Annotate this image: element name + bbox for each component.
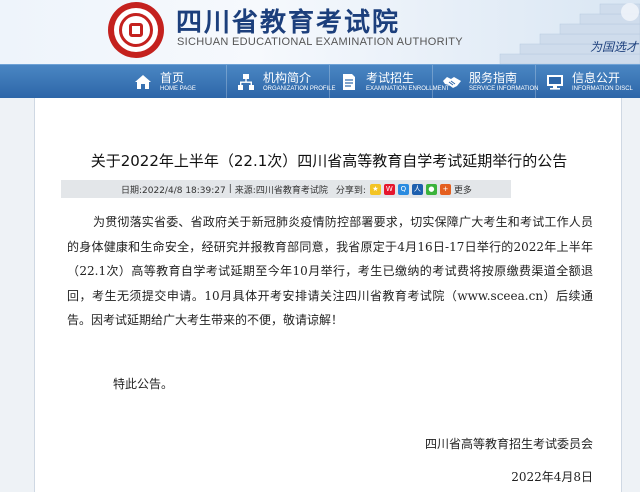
share-label: 分享到:: [335, 185, 366, 196]
nav-service-label-en: SERVICE INFORMATION: [469, 86, 539, 92]
article-source: 来源:四川省教育考试院: [234, 185, 328, 196]
nav-exam-enrollment[interactable]: 考试招生 EXAMINATION ENROLLMENT: [330, 65, 450, 99]
weibo-icon[interactable]: W: [383, 183, 395, 195]
nav-organization-label-en: ORGANIZATION PROFILE: [263, 86, 336, 92]
share-more-link[interactable]: 更多: [454, 183, 472, 196]
slogan: 为国选才: [589, 40, 638, 54]
org-chart-icon: [235, 71, 257, 93]
right-margin: [622, 98, 640, 492]
article-notice: 特此公告。: [113, 377, 174, 391]
nav-service[interactable]: 服务指南 SERVICE INFORMATION: [433, 65, 539, 99]
publish-date: 日期:2022/4/8 18:39:27: [121, 185, 226, 196]
renren-icon[interactable]: 人: [411, 183, 423, 195]
logo-seal[interactable]: [108, 2, 164, 58]
article-signer: 四川省高等教育招生考试委员会: [424, 437, 593, 451]
article-body: 为贯彻落实省委、省政府关于新冠肺炎疫情防控部署要求，切实保障广大考生和考试工作人…: [67, 215, 593, 327]
nav-info-disclosure-label-en: INFORMATION DISCL: [572, 86, 633, 92]
plus-icon[interactable]: +: [439, 183, 451, 195]
nav-organization[interactable]: 机构简介 ORGANIZATION PROFILE: [227, 65, 336, 99]
left-margin: [0, 98, 34, 492]
nav-info-disclosure[interactable]: 信息公开 INFORMATION DISCL: [536, 65, 639, 99]
article-sign-date: 2022年4月8日: [511, 470, 593, 484]
nav-home[interactable]: 首页 HOME PAGE: [124, 65, 227, 99]
share-icons: ★ W Q 人 ● +: [369, 183, 454, 195]
meta-separator: |: [228, 184, 232, 194]
qzone-icon[interactable]: ★: [369, 183, 381, 195]
nav-home-label: 首页: [160, 71, 185, 85]
exam-paper-icon: [338, 71, 360, 93]
article-title: 关于2022年上半年（22.1次）四川省高等教育自学考试延期举行的公告: [90, 152, 568, 170]
nav-home-label-en: HOME PAGE: [160, 86, 196, 92]
handshake-icon: [441, 71, 463, 93]
nav-info-disclosure-label: 信息公开: [572, 71, 621, 85]
info-monitor-icon: [544, 71, 566, 93]
article-container: 关于2022年上半年（22.1次）四川省高等教育自学考试延期举行的公告 日期:2…: [34, 98, 622, 492]
nav-service-label: 服务指南: [469, 71, 518, 85]
article-meta-bar: 日期:2022/4/8 18:39:27 | 来源:四川省教育考试院 分享到: …: [61, 180, 511, 198]
site-banner: 四川省教育考试院 SICHUAN EDUCATIONAL EXAMINATION…: [0, 0, 640, 64]
main-nav: 首页 HOME PAGE 机构简介 ORGANIZATION PROFILE 考…: [0, 64, 640, 99]
home-icon: [132, 71, 154, 93]
qq-icon[interactable]: Q: [397, 183, 409, 195]
site-name[interactable]: 四川省教育考试院: [176, 2, 400, 39]
site-name-en: SICHUAN EDUCATIONAL EXAMINATION AUTHORIT…: [177, 36, 463, 48]
wechat-icon[interactable]: ●: [425, 183, 437, 195]
nav-organization-label: 机构简介: [263, 71, 312, 85]
